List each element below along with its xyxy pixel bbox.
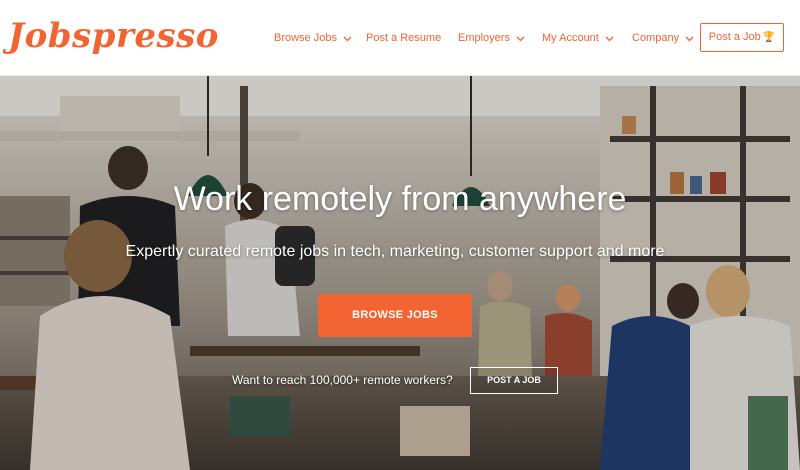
hero-title: Work remotely from anywhere bbox=[173, 180, 627, 218]
nav-item-label: My Account bbox=[542, 32, 599, 44]
chevron-down-icon bbox=[516, 36, 525, 42]
chevron-down-icon bbox=[343, 36, 352, 42]
nav-item-company[interactable]: Company bbox=[632, 24, 694, 52]
site-header: Jobspresso Browse Jobs Post a Resume Emp… bbox=[0, 0, 800, 76]
post-a-job-button[interactable]: Post a Job 🏆 bbox=[700, 23, 784, 52]
nav-item-my-account[interactable]: My Account bbox=[542, 24, 614, 52]
nav-item-browse-jobs[interactable]: Browse Jobs bbox=[274, 24, 352, 52]
nav-item-label: Company bbox=[632, 32, 680, 44]
hero-dim-overlay bbox=[0, 76, 800, 470]
chevron-down-icon bbox=[685, 36, 694, 42]
employer-cta-row: Want to reach 100,000+ remote workers? P… bbox=[0, 367, 800, 395]
employer-cta-text: Want to reach 100,000+ remote workers? bbox=[232, 373, 453, 387]
nav-item-post-resume[interactable]: Post a Resume bbox=[366, 24, 441, 52]
post-a-job-cta-button[interactable]: POST A JOB bbox=[470, 367, 558, 394]
nav-item-employers[interactable]: Employers bbox=[458, 24, 525, 52]
main-nav: Browse Jobs Post a Resume Employers My A… bbox=[0, 24, 800, 52]
chevron-down-icon bbox=[605, 36, 614, 42]
trophy-icon: 🏆 bbox=[762, 32, 776, 43]
hero-subtitle: Expertly curated remote jobs in tech, ma… bbox=[125, 243, 665, 260]
nav-item-label: Post a Resume bbox=[366, 32, 442, 44]
hero-section: Work remotely from anywhere Expertly cur… bbox=[0, 76, 800, 470]
nav-item-label: Employers bbox=[458, 32, 510, 44]
post-a-job-label: Post a Job bbox=[708, 31, 761, 43]
nav-item-label: Browse Jobs bbox=[274, 32, 337, 44]
browse-jobs-button[interactable]: BROWSE JOBS bbox=[318, 294, 472, 337]
